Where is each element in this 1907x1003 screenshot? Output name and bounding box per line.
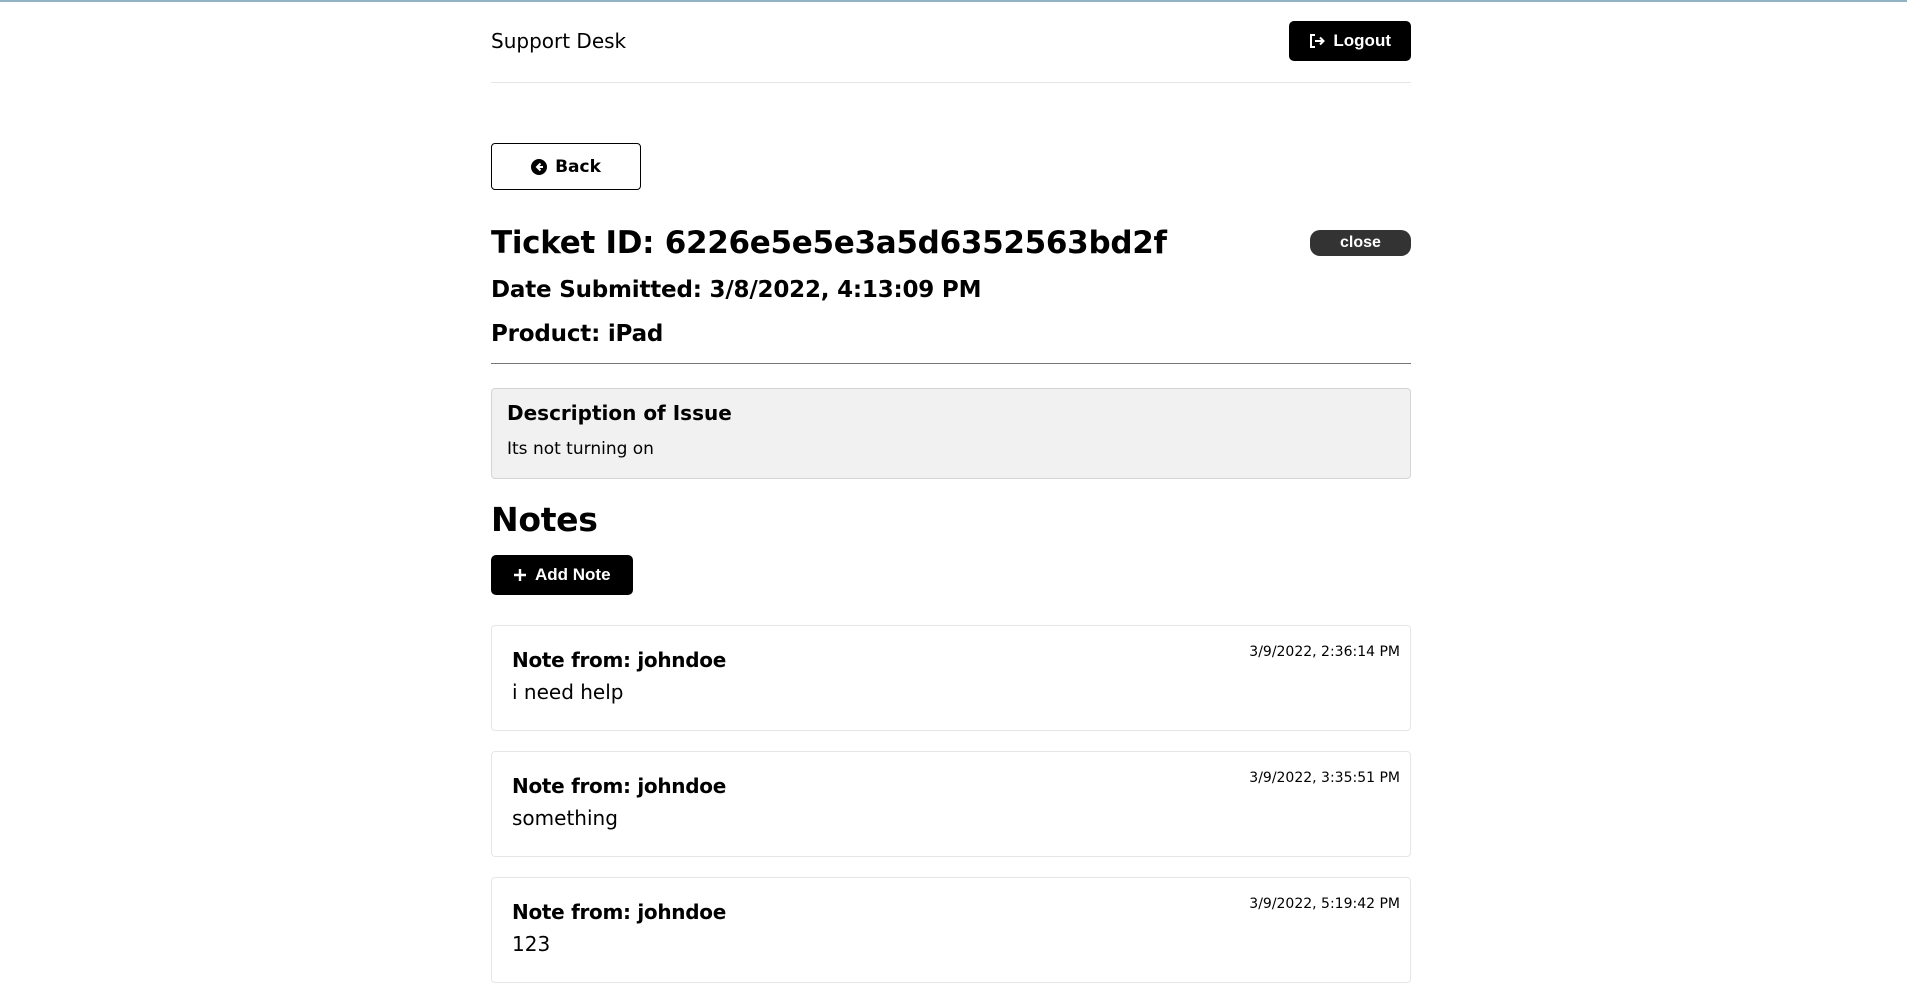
note-date: 3/9/2022, 2:36:14 PM [1249,644,1400,660]
note-item: Note from: johndoe 123 3/9/2022, 5:19:42… [491,877,1411,983]
add-note-label: Add Note [535,565,611,584]
app-logo-link[interactable]: Support Desk [491,29,626,53]
plus-icon [513,568,527,582]
note-item: Note from: johndoe something 3/9/2022, 3… [491,751,1411,857]
back-button[interactable]: Back [491,143,641,190]
logout-label: Logout [1333,31,1391,50]
note-text: 123 [512,932,551,956]
description-box: Description of Issue Its not turning on [491,388,1411,479]
note-date: 3/9/2022, 3:35:51 PM [1249,770,1400,786]
logout-button[interactable]: Logout [1289,21,1411,61]
note-text: something [512,806,618,830]
back-label: Back [555,156,601,177]
note-date: 3/9/2022, 5:19:42 PM [1249,896,1400,912]
notes-list: Note from: johndoe i need help 3/9/2022,… [491,625,1411,1003]
product-label: Product: iPad [491,321,664,347]
note-text: i need help [512,680,624,704]
ticket-header: Ticket ID: 6226e5e5e3a5d6352563bd2f clos… [491,222,1411,364]
description-text: Its not turning on [507,439,654,459]
note-item: Note from: johndoe i need help 3/9/2022,… [491,625,1411,731]
page-container: Support Desk Logout Back Ticket ID: 6226… [491,0,1411,983]
arrow-circle-left-icon [531,158,548,175]
ticket-title: Ticket ID: 6226e5e5e3a5d6352563bd2f [491,225,1167,261]
date-submitted: Date Submitted: 3/8/2022, 4:13:09 PM [491,277,982,303]
sign-out-icon [1309,34,1326,48]
status-badge: close [1310,230,1411,256]
app-header: Support Desk Logout [491,0,1411,83]
notes-heading: Notes [491,500,598,539]
description-heading: Description of Issue [507,401,732,425]
add-note-button[interactable]: Add Note [491,555,633,595]
